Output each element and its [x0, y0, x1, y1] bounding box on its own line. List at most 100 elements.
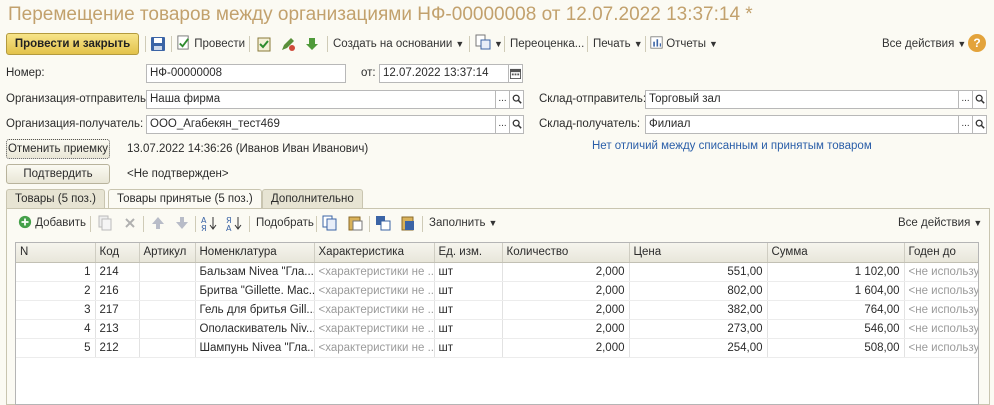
search-icon[interactable] — [972, 115, 987, 134]
select-ellipsis-button[interactable]: ... — [958, 90, 973, 109]
confirm-button[interactable]: Подтвердить — [6, 164, 110, 184]
cell-n: 3 — [16, 300, 96, 320]
column-header-unit[interactable]: Ед. изм. — [434, 243, 503, 263]
download-arrow-icon[interactable] — [304, 36, 320, 52]
cell-code: 213 — [95, 319, 140, 339]
toolbar-separator — [587, 36, 588, 52]
cell-code: 212 — [95, 338, 140, 358]
cell-characteristic: <характеристики не ... — [314, 262, 435, 282]
add-button[interactable]: Добавить — [18, 212, 86, 234]
post-and-close-button[interactable]: Провести и закрыть — [6, 33, 139, 55]
select-ellipsis-button[interactable]: ... — [958, 115, 973, 134]
wh-sender-field[interactable]: Торговый зал — [645, 90, 959, 109]
search-icon[interactable] — [509, 90, 524, 109]
cell-expiry: <не используе — [904, 319, 978, 339]
column-header-price[interactable]: Цена — [629, 243, 768, 263]
save-icon[interactable] — [150, 36, 166, 52]
edit-pen-icon[interactable] — [280, 36, 296, 52]
post-button[interactable]: Провести — [176, 33, 245, 55]
column-header-sum[interactable]: Сумма — [767, 243, 905, 263]
copy-to-clipboard-icon[interactable] — [375, 215, 391, 231]
copy-icon[interactable] — [97, 215, 113, 231]
toolbar-separator — [422, 216, 423, 232]
create-based-on-menu[interactable]: Создать на основании ▼ — [333, 33, 464, 55]
column-header-item[interactable]: Номенклатура — [195, 243, 315, 263]
paste-from-clipboard-icon[interactable] — [400, 215, 416, 231]
structure-menu[interactable]: ▼ — [475, 33, 503, 55]
table-row[interactable]: 2 216 Бритва "Gillette. Mac... <характер… — [16, 281, 978, 301]
toolbar-separator — [504, 36, 505, 52]
cell-n: 1 — [16, 262, 96, 282]
table-all-actions-menu[interactable]: Все действия ▼ — [898, 212, 982, 234]
cell-quantity: 2,000 — [502, 338, 630, 358]
confirmation-status-text: <Не подтвержден> — [127, 168, 229, 180]
fill-menu[interactable]: Заполнить ▼ — [429, 212, 497, 234]
org-sender-field[interactable]: Наша фирма — [146, 90, 496, 109]
search-icon[interactable] — [509, 115, 524, 134]
clipboard-check-icon[interactable] — [256, 36, 272, 52]
delete-x-icon[interactable] — [122, 215, 138, 231]
column-header-code[interactable]: Код — [95, 243, 140, 263]
no-differences-link[interactable]: Нет отличий между списанным и принятым т… — [592, 137, 872, 155]
cell-characteristic: <характеристики не ... — [314, 319, 435, 339]
org-sender-label: Организация-отправитель: — [6, 93, 150, 105]
cell-item: Бальзам Nivea "Гла... — [195, 262, 315, 282]
table-row[interactable]: 1 214 Бальзам Nivea "Гла... <характерист… — [16, 262, 978, 282]
all-actions-menu[interactable]: Все действия ▼ — [882, 33, 966, 55]
help-icon[interactable]: ? — [968, 34, 986, 52]
cell-n: 4 — [16, 319, 96, 339]
reports-menu[interactable]: Отчеты ▼ — [650, 33, 718, 55]
print-label: Печать — [593, 38, 631, 50]
org-receiver-field[interactable]: ООО_Агабекян_тест469 — [146, 115, 496, 134]
column-header-n[interactable]: N — [16, 243, 96, 263]
calendar-icon[interactable] — [508, 64, 523, 83]
cell-expiry: <не используе — [904, 300, 978, 320]
sort-ascending-icon[interactable]: AЯ — [201, 215, 217, 231]
column-header-article[interactable]: Артикул — [139, 243, 196, 263]
all-actions-label: Все действия — [882, 38, 955, 50]
pick-button[interactable]: Подобрать — [256, 212, 314, 234]
date-field[interactable]: 12.07.2022 13:37:14 — [379, 64, 509, 83]
dropdown-caret-icon: ▼ — [455, 39, 465, 49]
toolbar-separator — [645, 36, 646, 52]
move-down-icon[interactable] — [174, 215, 190, 231]
cell-article — [139, 319, 196, 339]
tab-additional[interactable]: Дополнительно — [262, 189, 363, 208]
main-toolbar: Провести и закрыть Провести Создать на о… — [6, 33, 990, 55]
table-row[interactable]: 5 212 Шампунь Nivea "Гла... <характерист… — [16, 338, 978, 358]
tab-goods-accepted[interactable]: Товары принятые (5 поз.) — [108, 189, 262, 209]
cell-characteristic: <характеристики не ... — [314, 281, 435, 301]
wh-receiver-field[interactable]: Филиал — [645, 115, 959, 134]
print-menu[interactable]: Печать ▼ — [593, 33, 643, 55]
number-field[interactable]: НФ-00000008 — [146, 64, 346, 83]
cell-unit: шт — [434, 262, 503, 282]
cell-unit: шт — [434, 319, 503, 339]
select-ellipsis-button[interactable]: ... — [495, 115, 510, 134]
cell-item: Гель для бритья Gill... — [195, 300, 315, 320]
table-all-actions-label: Все действия — [898, 217, 971, 229]
dropdown-caret-icon: ▼ — [633, 39, 643, 49]
column-header-characteristic[interactable]: Характеристика — [314, 243, 435, 263]
cell-price: 551,00 — [629, 262, 768, 282]
column-header-quantity[interactable]: Количество — [502, 243, 630, 263]
window-title: Перемещение товаров между организациями … — [8, 4, 753, 25]
document-structure-icon — [475, 34, 491, 50]
cell-unit: шт — [434, 281, 503, 301]
table-row[interactable]: 3 217 Гель для бритья Gill... <характери… — [16, 300, 978, 320]
copy-rows-icon[interactable] — [322, 215, 338, 231]
paste-icon[interactable] — [347, 215, 363, 231]
search-icon[interactable] — [972, 90, 987, 109]
move-up-icon[interactable] — [150, 215, 166, 231]
cancel-receipt-button[interactable]: Отменить приемку — [6, 139, 110, 159]
cell-sum: 1 604,00 — [767, 281, 905, 301]
table-row[interactable]: 4 213 Ополаскиватель Niv... <характерист… — [16, 319, 978, 339]
revaluation-button[interactable]: Переоценка... — [510, 33, 584, 55]
create-based-on-label: Создать на основании — [333, 38, 453, 50]
cell-code: 216 — [95, 281, 140, 301]
sort-descending-icon[interactable]: ЯA — [226, 215, 242, 231]
tab-goods[interactable]: Товары (5 поз.) — [6, 189, 105, 208]
wh-receiver-label: Склад-получатель: — [539, 118, 641, 130]
column-header-expiry[interactable]: Годен до — [904, 243, 978, 263]
select-ellipsis-button[interactable]: ... — [495, 90, 510, 109]
add-label: Добавить — [35, 217, 87, 229]
